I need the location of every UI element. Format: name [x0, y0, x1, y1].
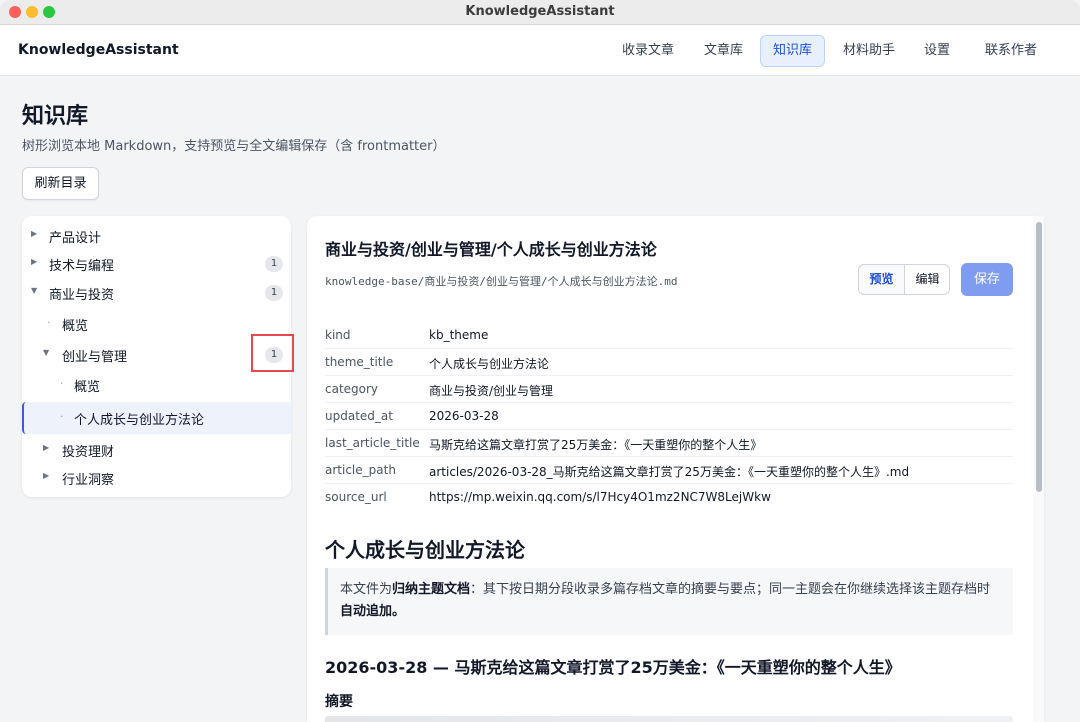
window-titlebar: KnowledgeAssistant [0, 0, 1080, 25]
nav-collect-articles[interactable]: 收录文章 [610, 35, 686, 67]
tree-item-label: 概览 [62, 319, 89, 334]
frontmatter-row: category 商业与投资/创业与管理 [325, 376, 1013, 403]
count-badge: 1 [265, 285, 283, 301]
frontmatter-row: kind kb_theme [325, 322, 1013, 349]
frontmatter-value: articles/2026-03-28_马斯克给这篇文章打赏了25万美金：《一天… [429, 465, 910, 479]
callout-text: 本文件为 [340, 582, 393, 597]
tree-item-label: 技术与编程 [49, 259, 115, 274]
app-brand: KnowledgeAssistant [18, 42, 179, 58]
frontmatter-key: kind [325, 328, 351, 342]
document-editor-panel: 商业与投资/创业与管理/个人成长与创业方法论 knowledge-base/商业… [307, 216, 1044, 722]
frontmatter-row: last_article_title 马斯克给这篇文章打赏了25万美金：《一天重… [325, 430, 1013, 457]
summary-heading: 摘要 [325, 694, 353, 710]
callout-bold: 自动追加。 [340, 604, 406, 619]
frontmatter-row: updated_at 2026-03-28 [325, 403, 1013, 430]
tree-item-investing-finance[interactable]: ▶ 投资理财 [22, 436, 291, 464]
top-navbar: KnowledgeAssistant 收录文章 文章库 知识库 材料助手 设置 … [0, 25, 1080, 76]
frontmatter-key: theme_title [325, 355, 394, 369]
nav-material-assistant[interactable]: 材料助手 [831, 35, 907, 67]
frontmatter-value: https://mp.weixin.qq.com/s/l7Hcy4O1mz2NC… [429, 490, 771, 504]
tree-item-product-design[interactable]: ▶ 产品设计 [22, 222, 291, 250]
count-badge: 1 [265, 256, 283, 272]
frontmatter-value: 商业与投资/创业与管理 [429, 384, 554, 398]
editor-scrollbar-thumb[interactable] [1036, 222, 1042, 492]
frontmatter-value: 2026-03-28 [429, 409, 499, 423]
frontmatter-key: updated_at [325, 409, 393, 423]
nav-settings[interactable]: 设置 [912, 35, 962, 67]
caret-right-icon: ▶ [31, 257, 38, 266]
tree-item-industry-insight[interactable]: ▶ 行业洞察 [22, 464, 291, 492]
frontmatter-key: article_path [325, 463, 396, 477]
nav-contact-author[interactable]: 联系作者 [973, 35, 1049, 67]
view-mode-toggle: 预览 编辑 [858, 264, 950, 295]
nav-article-library[interactable]: 文章库 [692, 35, 755, 67]
tree-item-business-investment[interactable]: ▼ 商业与投资 1 [22, 279, 291, 307]
annotation-highlight-box [251, 334, 294, 372]
window-title: KnowledgeAssistant [465, 4, 615, 19]
frontmatter-key: last_article_title [325, 436, 420, 450]
body-heading: 个人成长与创业方法论 [325, 538, 525, 562]
refresh-directory-button[interactable]: 刷新目录 [22, 167, 99, 200]
bullet-icon: · [60, 377, 64, 390]
caret-down-icon: ▼ [31, 286, 38, 295]
tree-item-label: 投资理财 [62, 445, 115, 460]
frontmatter-key: category [325, 382, 379, 396]
tree-item-label: 概览 [74, 380, 101, 395]
tree-item-overview-nested[interactable]: · 概览 [22, 371, 291, 399]
tree-item-label: 商业与投资 [49, 288, 115, 303]
save-button[interactable]: 保存 [961, 263, 1013, 296]
edit-button[interactable]: 编辑 [905, 265, 950, 294]
tree-item-label: 行业洞察 [62, 473, 115, 488]
nav-knowledge-base[interactable]: 知识库 [760, 35, 826, 67]
caret-right-icon: ▶ [43, 471, 50, 480]
info-callout: 本文件为归纳主题文档：其下按日期分段收录多篇存档文章的摘要与要点；同一主题会在你… [325, 568, 1013, 635]
frontmatter-row: source_url https://mp.weixin.qq.com/s/l7… [325, 484, 1013, 511]
tree-item-label: 创业与管理 [62, 350, 128, 365]
preview-button[interactable]: 预览 [859, 265, 905, 294]
frontmatter-row: article_path articles/2026-03-28_马斯克给这篇文… [325, 457, 1013, 484]
document-path: knowledge-base/商业与投资/创业与管理/个人成长与创业方法论.md [325, 275, 678, 288]
document-title: 商业与投资/创业与管理/个人成长与创业方法论 [325, 240, 657, 259]
frontmatter-value: kb_theme [429, 328, 489, 342]
page-subtitle: 树形浏览本地 Markdown，支持预览与全文编辑保存（含 frontmatte… [22, 139, 446, 154]
caret-down-icon: ▼ [43, 348, 50, 357]
tree-item-personal-growth[interactable]: · 个人成长与创业方法论 [22, 402, 291, 434]
tree-item-label: 产品设计 [49, 231, 102, 246]
caret-right-icon: ▶ [43, 443, 50, 452]
cropped-body-text [325, 716, 1013, 722]
tree-item-label: 个人成长与创业方法论 [74, 413, 205, 428]
frontmatter-value: 个人成长与创业方法论 [429, 357, 550, 371]
page-title: 知识库 [22, 104, 89, 129]
caret-right-icon: ▶ [31, 229, 38, 238]
tree-item-tech-programming[interactable]: ▶ 技术与编程 1 [22, 250, 291, 278]
callout-text: ：其下按日期分段收录多篇存档文章的摘要与要点；同一主题会在你继续选择该主题存档时 [470, 582, 991, 597]
bullet-icon: · [60, 410, 64, 423]
bullet-icon: · [47, 316, 51, 329]
frontmatter-key: source_url [325, 490, 387, 504]
frontmatter-value: 马斯克给这篇文章打赏了25万美金：《一天重塑你的整个人生》 [429, 438, 763, 452]
frontmatter-row: theme_title 个人成长与创业方法论 [325, 349, 1013, 376]
section-heading: 2026-03-28 — 马斯克给这篇文章打赏了25万美金：《一天重塑你的整个人… [325, 658, 901, 677]
callout-bold: 归纳主题文档 [392, 582, 471, 597]
